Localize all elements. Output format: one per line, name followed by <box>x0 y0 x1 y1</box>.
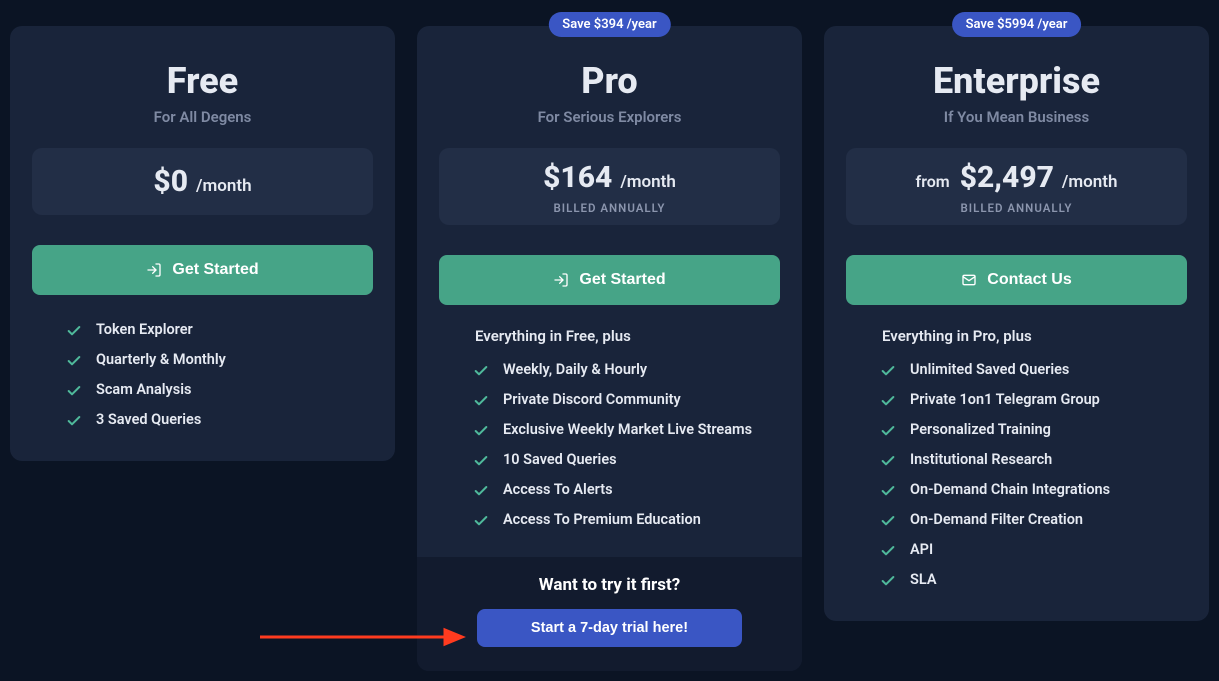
feature-intro: Everything in Pro, plus <box>882 327 1187 345</box>
feature-text: Weekly, Daily & Hourly <box>503 361 647 378</box>
billed-note: BILLED ANNUALLY <box>856 201 1177 215</box>
feature-list: Token Explorer Quarterly & Monthly Scam An… <box>32 315 373 435</box>
feature-text: Scam Analysis <box>96 381 191 398</box>
plan-title: Pro <box>439 60 780 102</box>
feature-item: 10 Saved Queries <box>473 445 770 475</box>
pricing-container: Free For All Degens $0 /month Get Starte… <box>0 0 1219 681</box>
check-icon <box>66 383 82 399</box>
feature-list: Unlimited Saved Queries Private 1on1 Tele… <box>846 355 1187 595</box>
plan-card-free: Free For All Degens $0 /month Get Starte… <box>10 26 395 461</box>
plan-card-pro: Save $394 /year Pro For Serious Explorer… <box>417 26 802 671</box>
feature-item: Private 1on1 Telegram Group <box>880 385 1177 415</box>
price-period: /month <box>620 172 676 192</box>
check-icon <box>473 393 489 409</box>
check-icon <box>880 543 896 559</box>
price-period: /month <box>196 176 252 196</box>
feature-text: SLA <box>910 571 937 588</box>
contact-us-button[interactable]: Contact Us <box>846 255 1187 305</box>
feature-text: Private Discord Community <box>503 391 681 408</box>
feature-text: Access To Premium Education <box>503 511 701 528</box>
check-icon <box>880 573 896 589</box>
feature-text: Token Explorer <box>96 321 193 338</box>
price-period: /month <box>1062 172 1118 192</box>
check-icon <box>880 513 896 529</box>
save-badge: Save $5994 /year <box>952 12 1082 37</box>
feature-item: Private Discord Community <box>473 385 770 415</box>
feature-item: Institutional Research <box>880 445 1177 475</box>
start-trial-button[interactable]: Start a 7-day trial here! <box>477 609 743 647</box>
check-icon <box>880 363 896 379</box>
check-icon <box>880 453 896 469</box>
feature-text: Institutional Research <box>910 451 1052 468</box>
feature-item: On-Demand Chain Integrations <box>880 475 1177 505</box>
check-icon <box>473 483 489 499</box>
check-icon <box>473 363 489 379</box>
price-box: $164 /month BILLED ANNUALLY <box>439 148 780 225</box>
mail-icon <box>961 272 977 288</box>
feature-text: Private 1on1 Telegram Group <box>910 391 1100 408</box>
check-icon <box>66 323 82 339</box>
get-started-button[interactable]: Get Started <box>439 255 780 305</box>
check-icon <box>473 453 489 469</box>
plan-card-enterprise: Save $5994 /year Enterprise If You Mean … <box>824 26 1209 621</box>
plan-title: Free <box>32 60 373 102</box>
feature-text: Exclusive Weekly Market Live Streams <box>503 421 752 438</box>
feature-item: Weekly, Daily & Hourly <box>473 355 770 385</box>
trial-title: Want to try it first? <box>439 575 780 595</box>
feature-item: Unlimited Saved Queries <box>880 355 1177 385</box>
check-icon <box>880 393 896 409</box>
login-icon <box>553 272 569 288</box>
feature-text: API <box>910 541 933 558</box>
login-icon <box>146 262 162 278</box>
feature-item: Access To Premium Education <box>473 505 770 535</box>
feature-item: On-Demand Filter Creation <box>880 505 1177 535</box>
feature-intro: Everything in Free, plus <box>475 327 780 345</box>
billed-note: BILLED ANNUALLY <box>449 201 770 215</box>
check-icon <box>880 423 896 439</box>
price-prefix: from <box>916 172 950 191</box>
feature-list: Weekly, Daily & Hourly Private Discord Co… <box>439 355 780 535</box>
plan-subtitle: For All Degens <box>32 108 373 126</box>
check-icon <box>473 423 489 439</box>
trial-section: Want to try it first? Start a 7-day tria… <box>417 557 802 671</box>
check-icon <box>66 413 82 429</box>
price-box: from $2,497 /month BILLED ANNUALLY <box>846 148 1187 225</box>
feature-item: Quarterly & Monthly <box>66 345 363 375</box>
feature-text: 3 Saved Queries <box>96 411 201 428</box>
feature-item: Token Explorer <box>66 315 363 345</box>
price-amount: $164 <box>543 160 612 195</box>
plan-title: Enterprise <box>846 60 1187 102</box>
feature-item: Scam Analysis <box>66 375 363 405</box>
price-amount: $0 <box>153 164 188 199</box>
feature-text: 10 Saved Queries <box>503 451 617 468</box>
save-badge: Save $394 /year <box>548 12 670 37</box>
feature-text: Access To Alerts <box>503 481 613 498</box>
feature-item: Personalized Training <box>880 415 1177 445</box>
price-box: $0 /month <box>32 148 373 215</box>
feature-text: Personalized Training <box>910 421 1051 438</box>
feature-item: Exclusive Weekly Market Live Streams <box>473 415 770 445</box>
get-started-button[interactable]: Get Started <box>32 245 373 295</box>
check-icon <box>473 513 489 529</box>
check-icon <box>880 483 896 499</box>
feature-text: Quarterly & Monthly <box>96 351 226 368</box>
check-icon <box>66 353 82 369</box>
feature-text: Unlimited Saved Queries <box>910 361 1069 378</box>
feature-item: API <box>880 535 1177 565</box>
cta-label: Get Started <box>172 261 258 279</box>
feature-text: On-Demand Filter Creation <box>910 511 1083 528</box>
plan-subtitle: If You Mean Business <box>846 108 1187 126</box>
feature-text: On-Demand Chain Integrations <box>910 481 1110 498</box>
feature-item: SLA <box>880 565 1177 595</box>
price-amount: $2,497 <box>960 160 1054 195</box>
feature-item: Access To Alerts <box>473 475 770 505</box>
feature-item: 3 Saved Queries <box>66 405 363 435</box>
cta-label: Get Started <box>579 271 665 289</box>
cta-label: Contact Us <box>987 271 1071 289</box>
plan-subtitle: For Serious Explorers <box>439 108 780 126</box>
